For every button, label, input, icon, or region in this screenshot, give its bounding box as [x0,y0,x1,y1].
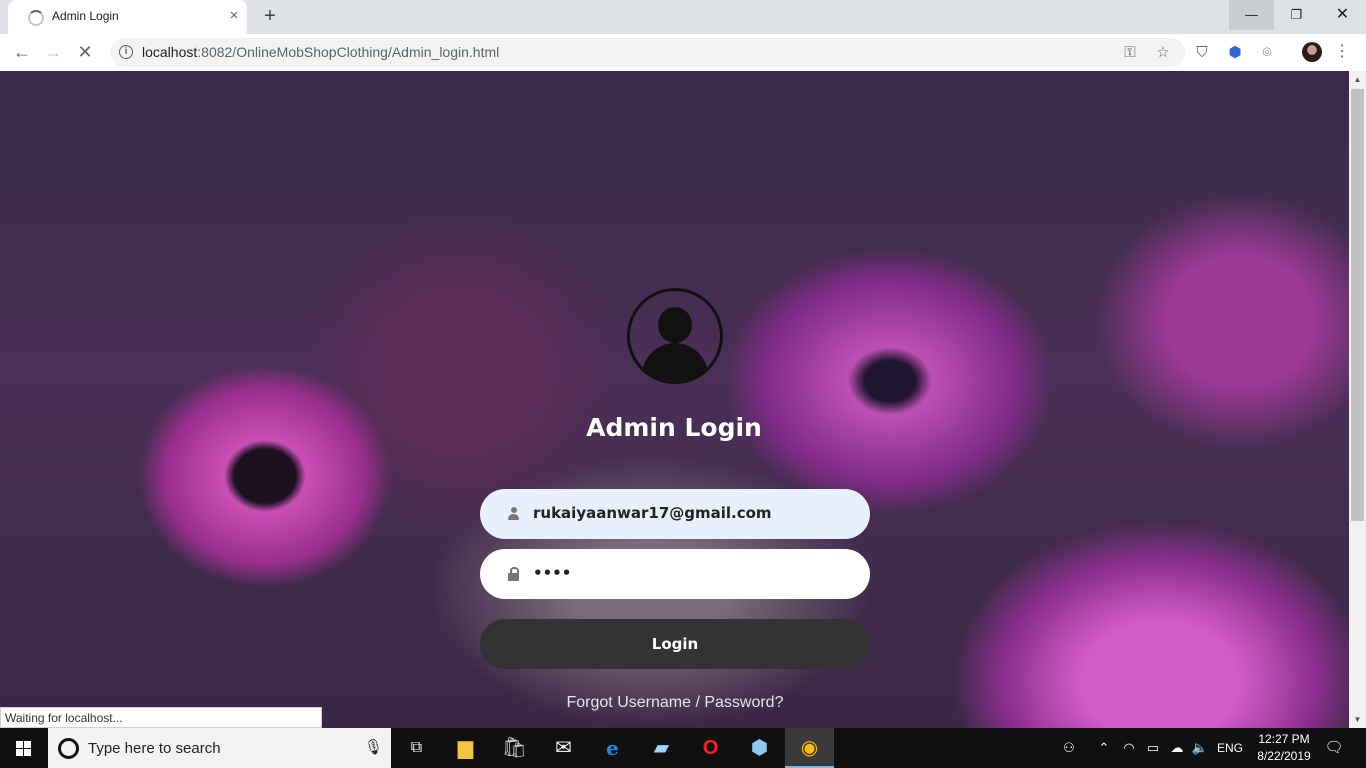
new-tab-button[interactable]: + [259,5,281,27]
virtualbox-icon[interactable]: ⬢ [735,728,784,768]
clock-time: 12:27 PM [1258,732,1310,746]
forward-button[interactable]: → [42,41,64,63]
stop-loading-button[interactable]: ✕ [74,41,96,63]
scroll-up-icon[interactable]: ▲ [1349,71,1366,88]
people-icon[interactable]: ⚇ [1058,728,1080,768]
email-field[interactable]: rukaiyaanwar17@gmail.com [480,489,870,539]
forgot-password-link[interactable]: Forgot Username / Password? [530,694,820,712]
microphone-icon[interactable]: 🎙 [364,738,383,758]
user-avatar-icon [627,288,723,384]
avatar-head [658,307,692,343]
window-minimize-button[interactable]: — [1229,0,1274,30]
battery-icon[interactable]: ▭ [1143,728,1163,768]
volume-icon[interactable]: 🔈 [1191,728,1209,768]
url-text: localhost:8082/OnlineMobShopClothing/Adm… [142,44,499,60]
file-explorer-icon[interactable]: ▆ [441,728,490,768]
extension-cube-icon[interactable]: ⬢ [1224,42,1246,64]
search-placeholder: Type here to search [88,740,221,757]
browser-toolbar: ← → ✕ i localhost:8082/OnlineMobShopClot… [0,34,1366,72]
language-indicator[interactable]: ENG [1214,728,1246,768]
bookmark-star-icon[interactable]: ☆ [1153,43,1173,63]
address-bar[interactable]: i localhost:8082/OnlineMobShopClothing/A… [110,38,1185,67]
action-center-icon[interactable]: 🗨 [1323,738,1345,758]
tab-close-icon[interactable]: × [226,6,242,26]
windows-logo-icon [16,741,31,756]
browser-tab-admin-login[interactable]: Admin Login × [8,0,247,34]
browser-status-bar: Waiting for localhost... [0,707,322,728]
tab-title: Admin Login [52,9,119,23]
loading-spinner-icon [28,10,44,26]
cortana-icon [58,738,79,759]
scroll-down-icon[interactable]: ▼ [1349,711,1366,728]
task-view-icon[interactable]: ⧉ [392,728,441,768]
url-path: :8082/OnlineMobShopClothing/Admin_login.… [197,44,500,60]
taskbar-clock[interactable]: 12:27 PM 8/22/2019 [1252,731,1316,765]
extension-shield-icon[interactable]: ⛉ [1191,42,1213,64]
lock-icon [508,567,519,581]
store-icon[interactable]: 🛍 [490,728,539,768]
app-window-icon[interactable]: ▰ [637,728,686,768]
onedrive-cloud-icon[interactable]: ☁ [1167,728,1187,768]
page-title: Admin Login [586,413,762,442]
window-maximize-button[interactable]: ❐ [1274,0,1319,30]
scroll-thumb[interactable] [1351,89,1364,521]
page-scrollbar[interactable]: ▲ ▼ [1349,71,1366,728]
password-field[interactable]: •••• [480,549,870,599]
opera-icon[interactable]: O [686,728,735,768]
profile-avatar-icon[interactable] [1302,42,1322,62]
mail-icon[interactable]: ✉ [539,728,588,768]
key-icon[interactable]: ⚿ [1120,43,1140,63]
clock-date: 8/22/2019 [1257,749,1311,763]
windows-taskbar: Type here to search 🎙 ⧉ ▆ 🛍 ✉ e ▰ O ⬢ ◉ … [0,728,1366,768]
site-info-icon[interactable]: i [119,45,133,59]
password-value: •••• [533,564,572,582]
login-button[interactable]: Login [480,619,870,669]
taskbar-search-box[interactable]: Type here to search 🎙 [48,728,391,768]
back-button[interactable]: ← [11,41,33,63]
email-value: rukaiyaanwar17@gmail.com [533,504,772,522]
start-button[interactable] [0,728,48,768]
window-close-button[interactable]: ✕ [1320,0,1365,30]
extension-camera-icon[interactable]: ⌾ [1256,42,1278,64]
user-icon [508,507,519,521]
browser-menu-icon[interactable]: ⋮ [1334,41,1350,63]
avatar-body [642,343,708,381]
url-host: localhost [142,44,198,60]
wifi-icon[interactable]: ◠ [1120,728,1138,768]
show-hidden-icons-icon[interactable]: ⌃ [1095,728,1113,768]
browser-tabstrip: Admin Login × + — ❐ ✕ [0,0,1366,34]
chrome-icon[interactable]: ◉ [785,728,834,768]
edge-browser-icon[interactable]: e [588,728,637,768]
